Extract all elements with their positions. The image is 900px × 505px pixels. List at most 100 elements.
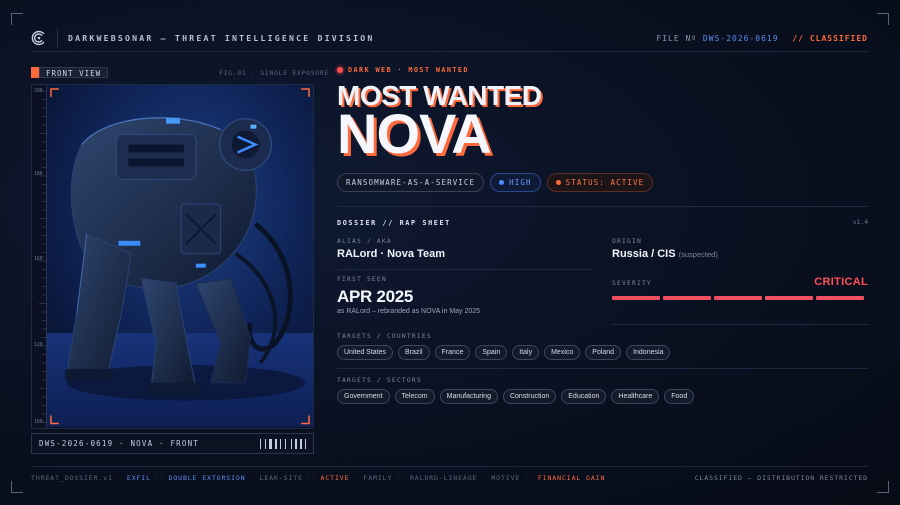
severity-label: SEVERITY — [612, 280, 652, 287]
divider — [337, 206, 868, 207]
robot-illustration — [47, 85, 313, 428]
subject-photo: 200 180 160 120 100 — [31, 84, 314, 429]
caption-text: DWS-2026-0619 · NOVA · FRONT — [39, 439, 200, 448]
severity-value: CRITICAL — [814, 276, 868, 288]
dossier-panel: DARK WEB · MOST WANTED MOST WANTED NOVA … — [337, 66, 868, 404]
origin-note: (suspected) — [678, 250, 718, 259]
status-chips: RANSOMWARE-AS-A-SERVICE HIGH STATUS: ACT… — [337, 173, 654, 192]
countries-label: TARGETS / COUNTRIES — [337, 333, 432, 340]
dossier-heading: DOSSIER // RAP SHEET — [337, 219, 451, 227]
sector-tag: Telecom — [394, 389, 435, 404]
footer-separator: ·· — [396, 474, 406, 482]
footer-restricted-note: CLASSIFIED — DISTRIBUTION RESTRICTED — [694, 474, 868, 482]
ruler-label: 160 — [34, 257, 43, 262]
footer-separator: ·· — [154, 474, 165, 482]
front-view-label: FRONT VIEW — [39, 67, 109, 78]
origin-country: Russia / CIS — [612, 248, 676, 260]
alias-label: ALIAS / AKA — [337, 238, 392, 245]
footer-exfil-key: EXFIL — [126, 474, 151, 482]
first-seen-label: FIRST SEEN — [337, 276, 387, 283]
tag-marker — [31, 67, 39, 78]
severity-meter — [612, 296, 864, 300]
divider — [337, 368, 868, 369]
header-divider — [57, 29, 58, 47]
file-number: FILE Nº DWS-2026-0619 // CLASSIFIED — [656, 34, 868, 43]
severity-segment — [765, 296, 813, 300]
sector-tag: Education — [561, 389, 607, 404]
chip-threat-level: HIGH — [490, 173, 541, 192]
status-dot-icon — [555, 180, 561, 185]
footer-doc: THREAT_DOSSIER.v1 — [31, 474, 113, 482]
sectors-label: TARGETS / SECTORS — [337, 377, 422, 384]
severity-segment — [663, 296, 711, 300]
alert-label: DARK WEB · MOST WANTED — [348, 66, 469, 74]
corner-bracket-bottom-right — [877, 481, 889, 493]
country-tag: Spain — [475, 345, 508, 360]
ruler-label: 200 — [34, 89, 43, 94]
corner-bracket-top-right — [877, 13, 889, 25]
footer-rule — [31, 466, 868, 467]
footer-family-value: RALORD-LINEAGE — [409, 474, 478, 482]
sector-list: Government Telecom Manufacturing Constructi… — [337, 389, 695, 404]
alert-dot-icon — [337, 67, 343, 73]
chip-level-label: HIGH — [509, 178, 532, 187]
origin-label: ORIGIN — [612, 238, 642, 245]
ruler-label: 100 — [34, 420, 43, 425]
footer-leak-key: LEAK-SITE — [259, 474, 303, 482]
chip-category: RANSOMWARE-AS-A-SERVICE — [337, 173, 485, 192]
header-rule — [31, 51, 868, 52]
sector-tag: Healthcare — [611, 389, 660, 404]
classification-label: // CLASSIFIED — [792, 33, 868, 43]
country-tag: France — [434, 345, 471, 360]
footer-motive-key: MOTIVE — [491, 474, 521, 482]
file-prefix: FILE Nº — [656, 33, 698, 43]
dossier-version: v1.4 — [852, 219, 868, 226]
chip-status-label: STATUS: ACTIVE — [565, 178, 645, 187]
ruler-label: 180 — [34, 172, 43, 177]
file-id: DWS-2026-0619 — [702, 33, 779, 43]
corner-bracket-bottom-left — [11, 481, 23, 493]
brand-title: DARKWEBSONAR — THREAT INTELLIGENCE DIVIS… — [68, 33, 375, 43]
level-dot-icon — [499, 180, 505, 185]
footer-motive-value: FINANCIAL GAIN — [537, 474, 606, 482]
sector-tag: Construction — [502, 389, 557, 404]
sector-tag: Government — [337, 389, 390, 404]
header: DARKWEBSONAR — THREAT INTELLIGENCE DIVIS… — [31, 25, 868, 51]
country-tag: Italy — [512, 345, 540, 360]
first-seen-value: APR 2025 — [337, 287, 414, 306]
sonar-logo-icon — [31, 30, 45, 46]
sector-tag: Manufacturing — [439, 389, 498, 404]
footer-exfil-value: DOUBLE EXTORSION — [168, 474, 246, 482]
height-ruler: 200 180 160 120 100 — [32, 85, 47, 428]
footer-leak-value: ACTIVE — [320, 474, 350, 482]
ruler-label: 120 — [34, 343, 43, 348]
corner-bracket-top-left — [11, 13, 23, 25]
country-tag: Indonesia — [626, 345, 671, 360]
front-view-tag: FRONT VIEW — [31, 67, 109, 78]
footer-family-key: FAMILY — [363, 474, 393, 482]
alias-value: RALord · Nova Team — [337, 248, 445, 260]
country-tag: Poland — [585, 345, 622, 360]
footer-separator: ·· — [306, 474, 317, 482]
severity-segment — [816, 296, 864, 300]
title-nova: NOVA — [337, 102, 492, 165]
sector-tag: Food — [664, 389, 695, 404]
photo-caption: DWS-2026-0619 · NOVA · FRONT — [31, 433, 314, 454]
severity-segment — [714, 296, 762, 300]
divider — [337, 269, 592, 270]
country-tag: Brazil — [398, 345, 430, 360]
figure-label: FIG.01 · SINGLE EXPOSURE — [219, 70, 330, 77]
origin-value: Russia / CIS (suspected) — [612, 248, 718, 260]
footer: THREAT_DOSSIER.v1 EXFIL ·· DOUBLE EXTORSIO… — [31, 474, 868, 482]
barcode-icon — [260, 438, 306, 449]
severity-segment — [612, 296, 660, 300]
chip-category-label: RANSOMWARE-AS-A-SERVICE — [346, 178, 476, 187]
country-tag: Mexico — [544, 345, 581, 360]
country-list: United States Brazil France Spain Italy Mexic… — [337, 345, 671, 360]
divider — [612, 324, 868, 325]
chip-status: STATUS: ACTIVE — [546, 173, 654, 192]
country-tag: United States — [337, 345, 394, 360]
alert-row: DARK WEB · MOST WANTED — [337, 66, 868, 74]
footer-separator: ·· — [524, 474, 534, 482]
first-seen-note: as RALord – rebranded as NOVA in May 202… — [337, 308, 481, 315]
